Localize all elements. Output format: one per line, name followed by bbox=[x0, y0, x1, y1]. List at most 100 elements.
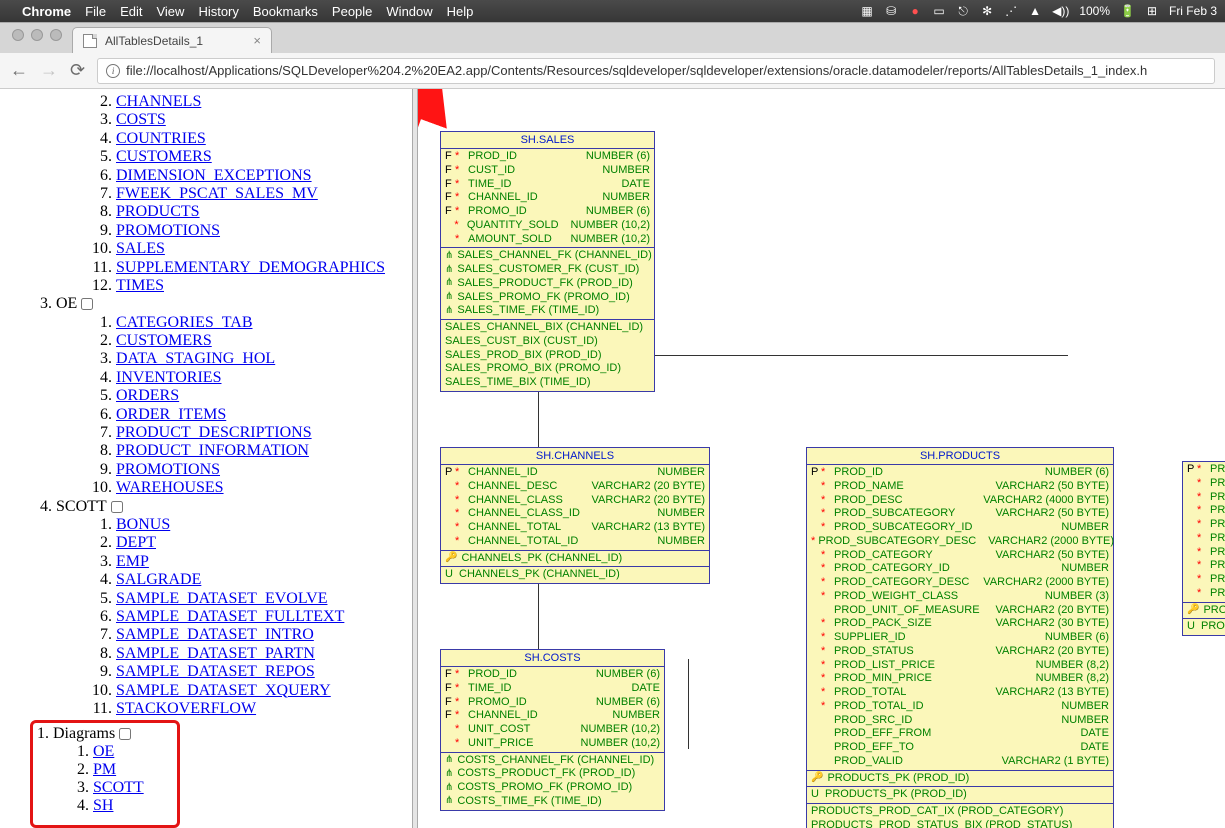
schema-checkbox[interactable] bbox=[81, 298, 93, 310]
er-uk-row: UCHANNELS_PK (CHANNEL_ID) bbox=[445, 568, 705, 582]
nav-table-link[interactable]: PROMOTIONS bbox=[116, 222, 220, 239]
er-pk: 🔑PRO bbox=[1183, 603, 1225, 620]
nav-table-link[interactable]: TIMES bbox=[116, 277, 164, 294]
chrome-window: AllTablesDetails_1 × ← → ⟳ i file://loca… bbox=[0, 22, 1225, 828]
nav-table-item: SUPPLEMENTARY_DEMOGRAPHICS bbox=[116, 259, 412, 277]
status-icon[interactable]: ▦ bbox=[860, 4, 874, 18]
nav-table-link[interactable]: WAREHOUSES bbox=[116, 479, 224, 496]
nav-table-link[interactable]: SAMPLE_DATASET_INTRO bbox=[116, 626, 314, 643]
nav-table-link[interactable]: INVENTORIES bbox=[116, 369, 221, 386]
er-table-title: SH.CHANNELS bbox=[441, 448, 709, 465]
nav-table-link[interactable]: PRODUCTS bbox=[116, 203, 200, 220]
menu-file[interactable]: File bbox=[85, 4, 106, 19]
spotlight-icon[interactable]: ⊞ bbox=[1145, 4, 1159, 18]
nav-table-link[interactable]: SAMPLE_DATASET_EVOLVE bbox=[116, 590, 327, 607]
display-icon[interactable]: ▭ bbox=[932, 4, 946, 18]
menu-people[interactable]: People bbox=[332, 4, 372, 19]
nav-table-link[interactable]: SAMPLE_DATASET_FULLTEXT bbox=[116, 608, 344, 625]
er-column-row: * CHANNEL_CLASS_IDNUMBER bbox=[445, 507, 705, 521]
fk-icon: ⋔ bbox=[445, 305, 453, 318]
nav-table-item: SAMPLE_DATASET_XQUERY bbox=[116, 682, 412, 700]
er-table-channels[interactable]: SH.CHANNELSP* CHANNEL_IDNUMBER* CHANNEL_… bbox=[440, 447, 710, 584]
nav-table-link[interactable]: SALES bbox=[116, 240, 165, 257]
er-table-costs[interactable]: SH.COSTSF* PROD_IDNUMBER (6)F* TIME_IDDA… bbox=[440, 649, 665, 811]
schema-checkbox[interactable] bbox=[111, 501, 123, 513]
status-icon[interactable]: ⎋ bbox=[956, 4, 970, 19]
nav-table-link[interactable]: BONUS bbox=[116, 516, 170, 533]
nav-table-link[interactable]: STACKOVERFLOW bbox=[116, 700, 256, 717]
nav-table-link[interactable]: SALGRADE bbox=[116, 571, 201, 588]
menu-view[interactable]: View bbox=[156, 4, 184, 19]
nav-table-link[interactable]: DATA_STAGING_HOL bbox=[116, 350, 275, 367]
nav-table-link[interactable]: EMP bbox=[116, 553, 149, 570]
er-uk: UPRODUCTS_PK (PROD_ID) bbox=[807, 787, 1113, 804]
nav-table-item: ORDER_ITEMS bbox=[116, 406, 412, 424]
nav-table-link[interactable]: SAMPLE_DATASET_REPOS bbox=[116, 663, 315, 680]
forward-button[interactable]: → bbox=[40, 60, 58, 81]
back-button[interactable]: ← bbox=[10, 60, 28, 81]
nav-table-link[interactable]: CUSTOMERS bbox=[116, 148, 212, 165]
bluetooth-icon[interactable]: ✻ bbox=[980, 4, 994, 18]
er-table-products[interactable]: SH.PRODUCTSP* PROD_IDNUMBER (6)* PROD_NA… bbox=[806, 447, 1114, 828]
nav-table-link[interactable]: SAMPLE_DATASET_XQUERY bbox=[116, 682, 331, 699]
diagram-link[interactable]: OE bbox=[93, 743, 114, 760]
navigation-pane[interactable]: CHANNELSCOSTSCOUNTRIESCUSTOMERSDIMENSION… bbox=[0, 89, 412, 828]
app-name[interactable]: Chrome bbox=[22, 4, 71, 19]
er-column-row: F* PROD_IDNUMBER (6) bbox=[445, 150, 650, 164]
nav-table-link[interactable]: COSTS bbox=[116, 111, 166, 128]
nav-table-link[interactable]: CATEGORIES_TAB bbox=[116, 314, 253, 331]
nav-table-link[interactable]: ORDERS bbox=[116, 387, 179, 404]
clock-date[interactable]: Fri Feb 3 bbox=[1169, 4, 1217, 18]
er-table-partial[interactable]: P* PR* PR* PR* PR* PR* PR* PR* PR* PR* P… bbox=[1182, 461, 1225, 636]
wifi-icon[interactable]: ⋰ bbox=[1004, 4, 1018, 18]
diagram-link[interactable]: SCOTT bbox=[93, 779, 144, 796]
nav-table-link[interactable]: CUSTOMERS bbox=[116, 332, 212, 349]
status-icon[interactable]: ▲ bbox=[1028, 4, 1042, 18]
diagram-link[interactable]: SH bbox=[93, 797, 113, 814]
er-column-row: F* TIME_IDDATE bbox=[445, 682, 660, 696]
address-bar[interactable]: i file://localhost/Applications/SQLDevel… bbox=[97, 58, 1215, 84]
minimize-window-button[interactable] bbox=[31, 29, 43, 41]
er-table-sales[interactable]: SH.SALESF* PROD_IDNUMBER (6)F* CUST_IDNU… bbox=[440, 131, 655, 392]
status-icon[interactable]: ● bbox=[908, 4, 922, 18]
nav-table-item: COUNTRIES bbox=[116, 130, 412, 148]
menu-help[interactable]: Help bbox=[447, 4, 474, 19]
nav-table-item: ORDERS bbox=[116, 387, 412, 405]
diagrams-list: OEPMSCOTTSH bbox=[53, 743, 171, 815]
menu-history[interactable]: History bbox=[198, 4, 238, 19]
site-info-icon[interactable]: i bbox=[106, 64, 120, 78]
er-column-row: * SUPPLIER_IDNUMBER (6) bbox=[811, 631, 1109, 645]
window-controls[interactable] bbox=[8, 29, 72, 47]
nav-table-link[interactable]: COUNTRIES bbox=[116, 130, 206, 147]
diagrams-checkbox[interactable] bbox=[119, 728, 131, 740]
nav-table-link[interactable]: DIMENSION_EXCEPTIONS bbox=[116, 167, 312, 184]
battery-icon[interactable]: 🔋 bbox=[1120, 4, 1135, 18]
nav-table-item: SALES bbox=[116, 240, 412, 258]
key-icon: 🔑 bbox=[811, 772, 823, 785]
er-uk: UCHANNELS_PK (CHANNEL_ID) bbox=[441, 567, 709, 583]
close-tab-icon[interactable]: × bbox=[253, 33, 261, 48]
nav-table-link[interactable]: ORDER_ITEMS bbox=[116, 406, 226, 423]
nav-table-link[interactable]: PROMOTIONS bbox=[116, 461, 220, 478]
nav-table-link[interactable]: PRODUCT_DESCRIPTIONS bbox=[116, 424, 312, 441]
menu-window[interactable]: Window bbox=[386, 4, 432, 19]
nav-table-link[interactable]: SAMPLE_DATASET_PARTN bbox=[116, 645, 315, 662]
menu-edit[interactable]: Edit bbox=[120, 4, 142, 19]
reload-button[interactable]: ⟳ bbox=[70, 60, 85, 81]
volume-icon[interactable]: ◀)) bbox=[1052, 4, 1069, 18]
er-column-row: F* PROMO_IDNUMBER (6) bbox=[445, 205, 650, 219]
browser-tab[interactable]: AllTablesDetails_1 × bbox=[72, 27, 272, 53]
er-column-row: F* CUST_IDNUMBER bbox=[445, 164, 650, 178]
nav-table-link[interactable]: CHANNELS bbox=[116, 93, 201, 110]
nav-table-link[interactable]: PRODUCT_INFORMATION bbox=[116, 442, 309, 459]
er-column-row: * CHANNEL_TOTALVARCHAR2 (13 BYTE) bbox=[445, 521, 705, 535]
close-window-button[interactable] bbox=[12, 29, 24, 41]
menu-bookmarks[interactable]: Bookmarks bbox=[253, 4, 318, 19]
nav-table-link[interactable]: DEPT bbox=[116, 534, 156, 551]
diagram-pane[interactable]: SH SH.SALESF* PROD_IDNUMBER (6)F* CUST_I… bbox=[418, 89, 1225, 828]
dropbox-icon[interactable]: ⛁ bbox=[884, 4, 898, 18]
zoom-window-button[interactable] bbox=[50, 29, 62, 41]
nav-table-link[interactable]: SUPPLEMENTARY_DEMOGRAPHICS bbox=[116, 259, 385, 276]
nav-table-link[interactable]: FWEEK_PSCAT_SALES_MV bbox=[116, 185, 318, 202]
diagram-link[interactable]: PM bbox=[93, 761, 116, 778]
